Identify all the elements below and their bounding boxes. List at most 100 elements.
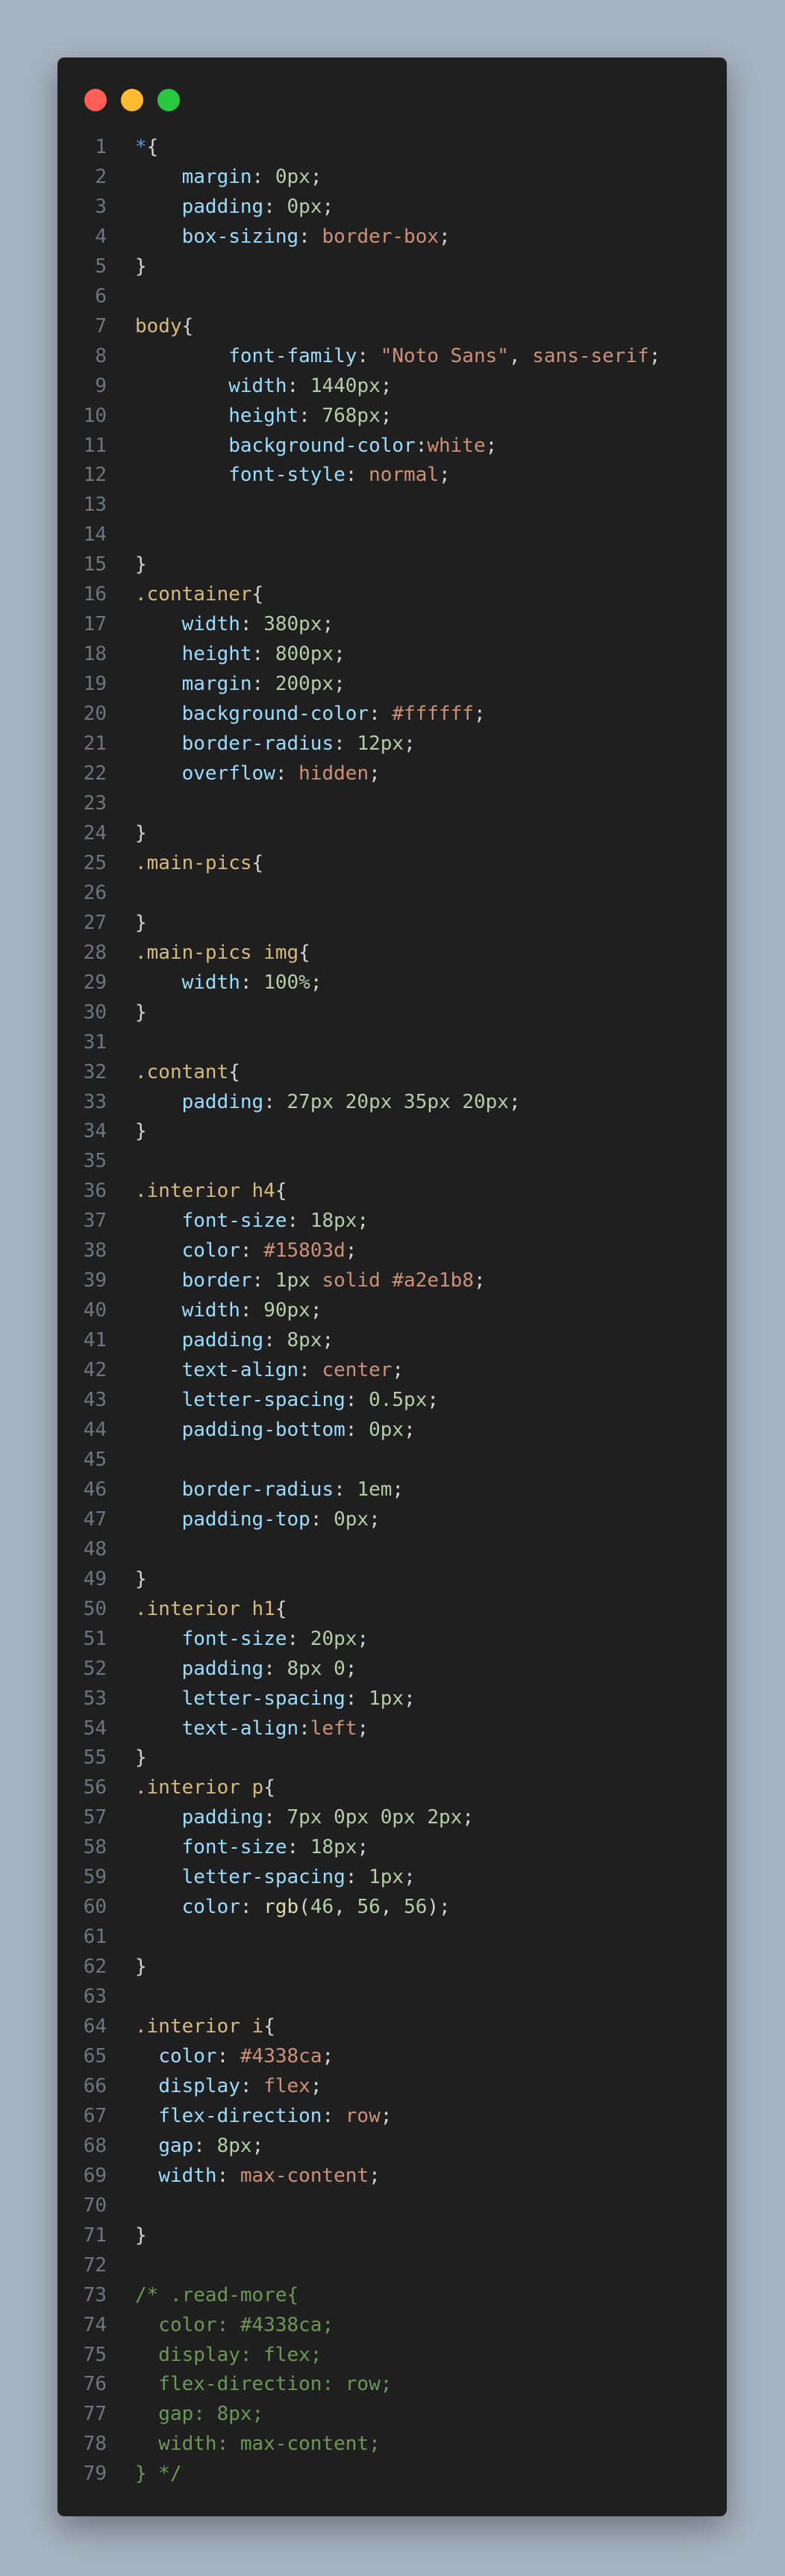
code-line: 30} <box>57 998 727 1028</box>
line-content: } <box>135 1117 147 1147</box>
code-token: : <box>240 2074 264 2097</box>
line-content: } <box>135 1743 147 1773</box>
line-number: 79 <box>83 2463 107 2486</box>
code-token: normal <box>369 464 440 487</box>
code-token: : <box>298 404 322 427</box>
code-token: , <box>380 1896 404 1919</box>
code-line: 10 height: 768px; <box>57 402 727 432</box>
code-token: overflow <box>181 762 275 785</box>
line-content: display: flex; <box>135 2072 322 2102</box>
code-token: : <box>334 732 357 756</box>
line-number: 51 <box>83 1627 107 1650</box>
code-line: 25 .main-pics{ <box>57 849 727 879</box>
code-token: { <box>298 941 310 964</box>
code-token: ; <box>380 374 392 397</box>
line-number: 57 <box>83 1806 107 1829</box>
code-token: font-family <box>228 344 357 367</box>
code-line: 5} <box>57 252 727 282</box>
code-token: ; <box>357 1210 369 1233</box>
line-number: 20 <box>83 703 107 726</box>
code-line: 45 <box>57 1446 727 1475</box>
line-content: height: 768px; <box>135 402 392 432</box>
minimize-dot[interactable] <box>121 89 143 111</box>
code-token: 100% <box>263 971 310 994</box>
code-token: ; <box>322 613 334 636</box>
code-token: padding <box>181 195 264 218</box>
code-token: } <box>135 553 147 576</box>
code-token: flex-direction: row; <box>135 2373 392 2396</box>
code-token: } <box>135 1120 147 1143</box>
code-token: 800px <box>275 643 334 666</box>
code-token: border-box <box>322 225 440 248</box>
code-token: : <box>263 1806 287 1829</box>
code-token: letter-spacing <box>181 1389 345 1412</box>
code-token: ; <box>369 2164 381 2187</box>
code-token: padding-bottom <box>181 1418 345 1441</box>
code-token: } <box>135 1567 147 1590</box>
code-line: 64 .interior i{ <box>57 2012 727 2042</box>
code-token: : <box>298 1717 310 1740</box>
code-token: font-size <box>181 1836 287 1859</box>
line-number: 9 <box>95 374 107 397</box>
line-content: .interior p{ <box>135 1773 275 1803</box>
code-token: 7px 0px 0px 2px <box>287 1806 463 1829</box>
code-token: 1em <box>357 1478 392 1501</box>
code-line: 62} <box>57 1953 727 1982</box>
code-line: 59 letter-spacing: 1px; <box>57 1863 727 1893</box>
code-line: 16 .container{ <box>57 580 727 610</box>
code-line: 51 font-size: 20px; <box>57 1625 727 1655</box>
line-number: 19 <box>83 673 107 696</box>
line-content: width: 1440px; <box>135 372 392 402</box>
code-token: 18px <box>310 1210 357 1233</box>
line-number: 59 <box>83 1866 107 1889</box>
code-token: 90px <box>263 1299 310 1322</box>
line-content: color: #4338ca; <box>135 2311 334 2341</box>
code-editor[interactable]: 1 *{2 margin: 0px; 3 padding: 0px; 4 box-si… <box>57 133 727 2489</box>
code-token: : <box>193 2134 217 2157</box>
line-content: } <box>135 550 147 580</box>
line-number: 73 <box>83 2283 107 2306</box>
line-content: .contant{ <box>135 1058 240 1088</box>
code-token: : <box>251 165 275 188</box>
line-content: flex-direction: row; <box>135 2102 392 2132</box>
code-token: ; <box>357 1717 369 1740</box>
line-content: } */ <box>135 2460 182 2489</box>
line-number: 52 <box>83 1657 107 1680</box>
line-content: width: max-content; <box>135 2430 380 2460</box>
code-line: 52 padding: 8px 0; <box>57 1655 727 1684</box>
code-line: 29 width: 100%; <box>57 968 727 998</box>
code-token: letter-spacing <box>181 1866 345 1889</box>
code-line: 35 <box>57 1147 727 1177</box>
code-line: 53 letter-spacing: 1px; <box>57 1684 727 1714</box>
code-token: 1px <box>369 1866 404 1889</box>
code-token: : <box>287 1627 310 1650</box>
code-token: ; <box>357 1627 369 1650</box>
code-token: 8px <box>216 2134 252 2157</box>
code-token: { <box>251 851 264 874</box>
code-token: : <box>345 1389 369 1412</box>
code-token: 380px <box>263 613 322 636</box>
close-dot[interactable] <box>84 89 107 111</box>
line-number: 7 <box>95 314 107 337</box>
maximize-dot[interactable] <box>157 89 180 111</box>
code-line: 13 <box>57 491 727 520</box>
line-number: 76 <box>83 2373 107 2396</box>
line-content: padding: 7px 0px 0px 2px; <box>135 1803 474 1833</box>
line-content: } <box>135 1565 147 1595</box>
code-token: rgb <box>263 1896 299 1919</box>
code-token: : <box>345 1866 369 1889</box>
